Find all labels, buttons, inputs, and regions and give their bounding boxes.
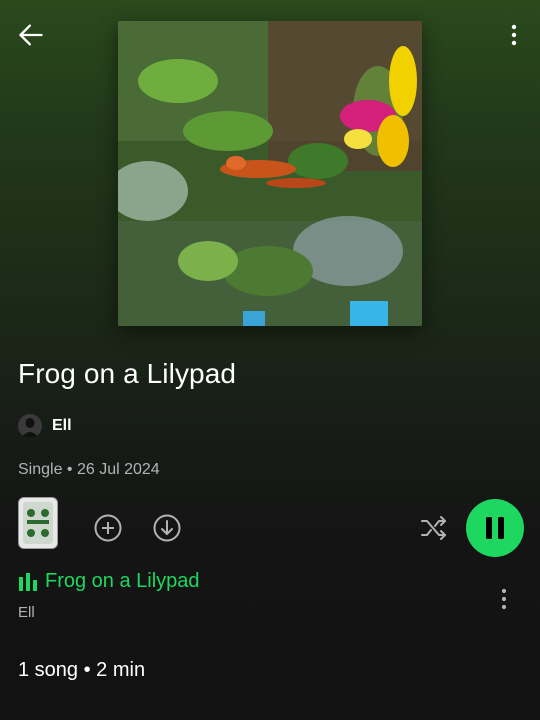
track-more-options-button[interactable] — [492, 584, 516, 614]
download-button[interactable] — [152, 513, 182, 543]
release-info: Single • 26 Jul 2024 — [18, 461, 160, 478]
shuffle-icon — [421, 516, 446, 540]
more-vertical-icon — [511, 24, 517, 46]
now-playing-bars-icon — [19, 572, 37, 591]
more-options-button[interactable] — [502, 18, 526, 52]
add-to-library-button[interactable] — [93, 513, 123, 543]
pause-icon — [486, 517, 504, 539]
arrow-left-icon — [19, 24, 43, 46]
artist-name: Ell — [52, 417, 72, 434]
track-title: Frog on a Lilypad — [45, 570, 200, 592]
track-row[interactable]: Frog on a Lilypad Ell — [18, 570, 522, 630]
shuffle-button[interactable] — [419, 513, 449, 543]
more-vertical-icon — [501, 588, 507, 610]
album-cover-art — [118, 21, 422, 326]
pause-button[interactable] — [466, 499, 524, 557]
download-circle-icon — [153, 514, 181, 542]
back-button[interactable] — [14, 18, 48, 52]
plus-circle-icon — [94, 514, 122, 542]
album-title: Frog on a Lilypad — [18, 358, 237, 389]
track-thumbnail-button[interactable] — [18, 497, 58, 549]
track-artist: Ell — [18, 604, 35, 621]
artist-link[interactable]: Ell — [18, 413, 72, 439]
album-summary: 1 song • 2 min — [18, 659, 146, 681]
artist-avatar — [18, 414, 42, 438]
